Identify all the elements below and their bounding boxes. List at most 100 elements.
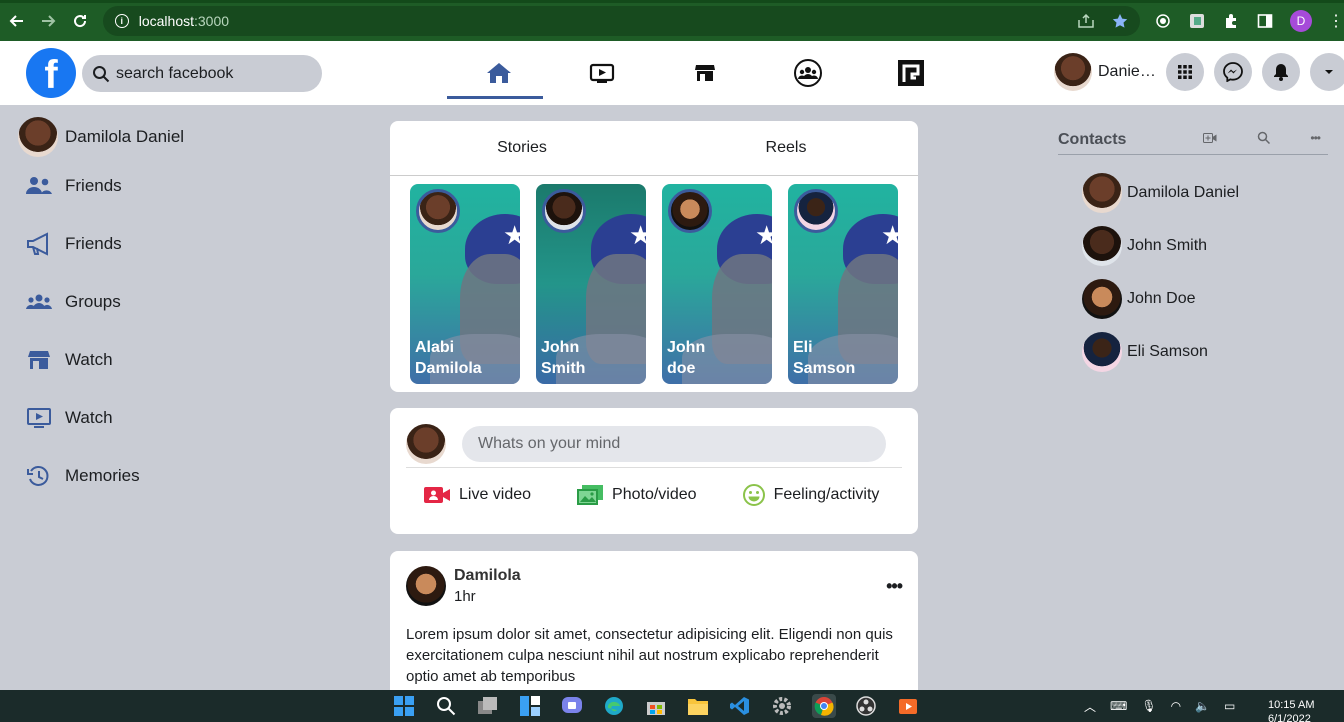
post-author[interactable]: Damilola [454,567,521,585]
notifications-button[interactable] [1262,53,1300,91]
post-input[interactable] [478,434,858,453]
task-view-icon[interactable] [476,694,500,718]
volume-icon[interactable]: 🔈 [1195,699,1210,713]
stories-card: Stories Reels Alabi Damilola John Smith Jo… [390,121,918,392]
reload-button[interactable] [65,6,95,36]
contact-item[interactable]: John Doe [1058,272,1328,325]
tab-stories[interactable]: Stories [390,121,654,175]
search-box[interactable] [82,55,322,92]
address-bar[interactable]: i localhost:3000 [102,5,1141,36]
site-info-icon[interactable]: i [114,13,129,28]
chevron-up-icon[interactable]: ︿ [1084,698,1096,715]
story-card[interactable]: John Smith [536,184,646,384]
live-video-button[interactable]: Live video [424,484,531,506]
browser-menu-icon[interactable]: ⋮ [1328,11,1344,31]
sidebar-item-pages[interactable]: Friends [18,215,318,273]
post-input-box[interactable] [462,425,886,462]
menu-button[interactable] [1166,53,1204,91]
story-card[interactable]: Alabi Damilola [410,184,520,384]
forward-button[interactable] [34,6,64,36]
browser-profile-avatar[interactable]: D [1290,9,1313,32]
contact-item[interactable]: John Smith [1058,219,1328,272]
tab-groups[interactable] [756,41,859,105]
edge-browser-icon[interactable] [602,694,626,718]
media-player-icon[interactable] [896,694,920,718]
post-options-icon[interactable]: ••• [886,576,903,597]
wifi-icon[interactable]: ◠ [1171,699,1181,713]
side-panel-icon[interactable] [1256,12,1274,30]
sidebar-item-watch[interactable]: Watch [18,389,318,447]
clock-time: 10:15 AM [1268,699,1315,711]
extension-record-icon[interactable] [1154,12,1172,30]
teams-chat-icon[interactable] [560,694,584,718]
tab-marketplace[interactable] [653,41,756,105]
header-avatar[interactable] [1054,53,1092,91]
action-label: Live video [459,486,532,503]
battery-icon[interactable]: ▭ [1224,699,1235,713]
video-call-icon[interactable] [1203,132,1217,143]
file-explorer-icon[interactable] [686,694,710,718]
back-button[interactable] [2,6,32,36]
story-name-line: Eli [793,339,813,356]
tab-gaming[interactable] [859,41,962,105]
contact-item[interactable]: Eli Samson [1058,325,1328,378]
contact-item[interactable]: Damilola Daniel [1058,166,1328,219]
sidebar-item-groups[interactable]: Groups [18,273,318,331]
account-dropdown-button[interactable] [1310,53,1344,91]
messenger-button[interactable] [1214,53,1252,91]
reload-icon [73,14,86,27]
tab-watch[interactable] [550,41,653,105]
search-icon[interactable] [434,694,458,718]
more-options-icon[interactable]: ••• [1310,131,1321,145]
windows-start-icon[interactable] [392,694,416,718]
story-avatar [542,189,586,233]
extensions-puzzle-icon[interactable] [1222,12,1240,30]
action-label: Photo/video [612,486,697,503]
story-name-line: John [667,339,706,356]
facebook-logo[interactable]: f [26,48,76,98]
tab-reels[interactable]: Reels [654,121,918,175]
post-text: Lorem ipsum dolor sit amet, consectetur … [406,626,893,685]
photo-video-button[interactable]: Photo/video [577,484,697,506]
search-icon[interactable] [1257,131,1271,144]
smiley-icon [742,484,765,506]
avatar [406,423,446,464]
video-icon [27,408,51,428]
settings-gear-icon[interactable] [770,694,794,718]
sidebar-item-marketplace[interactable]: Watch [18,331,318,389]
story-card[interactable]: John doe [662,184,772,384]
sidebar-item-label: Friends [65,176,122,195]
tab-home[interactable] [447,41,550,105]
contact-name: John Smith [1127,236,1208,254]
obs-icon[interactable] [854,694,878,718]
keyboard-icon[interactable]: ⌨ [1110,699,1127,713]
feeling-activity-button[interactable]: Feeling/activity [742,484,879,506]
clock-icon [27,466,49,486]
grid-menu-icon [1178,65,1192,79]
clock-date: 6/1/2022 [1268,713,1311,722]
chrome-icon[interactable] [812,694,836,718]
sidebar-item-friends[interactable]: Friends [18,157,318,215]
story-name: Eli Samson [793,337,893,379]
story-card[interactable]: Eli Samson [788,184,898,384]
header-user-name[interactable]: Daniel... [1098,63,1156,81]
contacts-header: Contacts ••• [1058,121,1328,155]
store-icon [28,351,50,369]
logo-letter: f [44,53,58,97]
contact-name: Damilola Daniel [1127,183,1240,201]
bookmark-star-icon[interactable] [1112,13,1128,29]
extension-square-icon[interactable] [1188,12,1206,30]
microphone-icon[interactable]: 🎙 [1141,699,1156,713]
sidebar-item-memories[interactable]: Memories [18,447,318,505]
share-icon[interactable] [1078,13,1094,28]
store-bag-icon[interactable] [644,694,668,718]
post-author-avatar[interactable] [406,566,446,606]
taskbar-clock[interactable]: 10:15 AM 6/1/2022 [1268,698,1314,722]
widgets-icon[interactable] [518,694,542,718]
search-input[interactable] [116,64,306,83]
sidebar-item-label: Memories [65,466,140,485]
bell-icon [1274,64,1288,81]
vscode-icon[interactable] [728,694,752,718]
sidebar-profile[interactable]: Damilola Daniel [18,117,318,157]
groups-circle-icon [793,59,822,87]
